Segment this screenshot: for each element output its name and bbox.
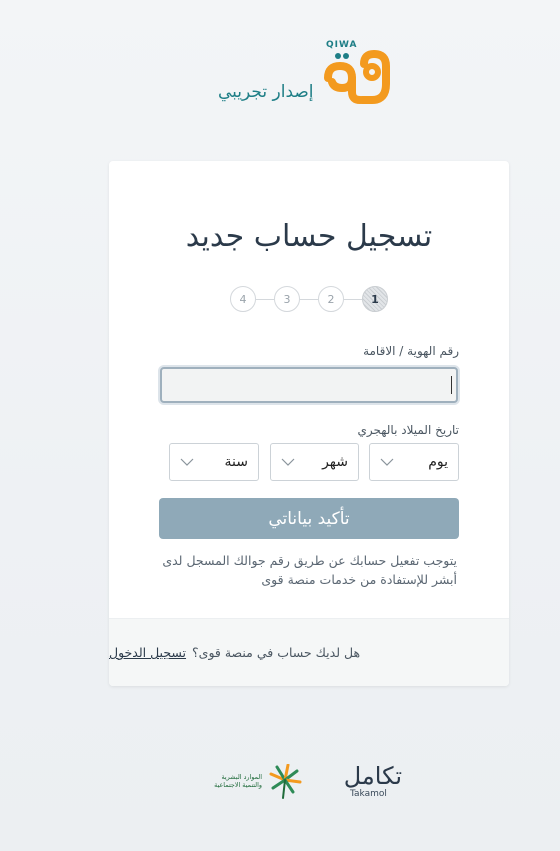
stepper: 4 3 2 1 xyxy=(229,286,389,312)
year-select[interactable]: سنة xyxy=(169,443,259,481)
hrsd-line2: والتنمية الاجتماعية xyxy=(214,781,262,789)
beta-label: إصدار تجريبي xyxy=(218,82,314,102)
qiwa-logo: QIWA إصدار تجريبي xyxy=(218,36,398,110)
have-account-question: هل لديك حساب في منصة قوى؟ xyxy=(192,645,361,660)
month-select[interactable]: شهر xyxy=(270,443,359,481)
login-link[interactable]: تسجيل الدخول xyxy=(109,645,186,660)
takamol-arabic: تكامل xyxy=(343,762,402,790)
register-card: تسجيل حساب جديد 4 3 2 1 رقم الهوية / الا… xyxy=(109,161,509,686)
month-select-value: شهر xyxy=(322,454,348,470)
chevron-down-icon xyxy=(380,458,394,466)
step-4: 4 xyxy=(230,286,256,312)
palm-emblem-icon xyxy=(269,764,302,799)
hrsd-line1: الموارد البشرية xyxy=(221,773,262,781)
dob-label: تاريخ الميلاد بالهجري xyxy=(357,423,459,437)
year-select-value: سنة xyxy=(224,454,248,470)
day-select-value: يوم xyxy=(428,454,448,470)
step-connector xyxy=(256,298,274,300)
card-footer: هل لديك حساب في منصة قوى؟ تسجيل الدخول xyxy=(109,618,509,686)
qiwa-mark-icon xyxy=(324,49,390,104)
chevron-down-icon xyxy=(180,458,194,466)
step-connector xyxy=(300,298,318,300)
text-caret xyxy=(451,376,452,394)
step-2: 2 xyxy=(318,286,344,312)
takamol-logo: تكامل Takamol xyxy=(328,762,408,802)
step-3: 3 xyxy=(274,286,300,312)
chevron-down-icon xyxy=(281,458,295,466)
page-title: تسجيل حساب جديد xyxy=(185,219,433,254)
confirm-data-button[interactable]: تأكيد بياناتي xyxy=(159,498,459,539)
takamol-english: Takamol xyxy=(350,789,387,799)
step-connector xyxy=(344,298,362,300)
hrsd-text: الموارد البشرية والتنمية الاجتماعية xyxy=(214,773,262,789)
id-label: رقم الهوية / الاقامة xyxy=(363,344,459,358)
day-select[interactable]: يوم xyxy=(369,443,459,481)
step-1-active: 1 xyxy=(362,286,388,312)
id-number-input[interactable] xyxy=(160,367,458,403)
activation-note: يتوجب تفعيل حسابك عن طريق رقم جوالك المس… xyxy=(162,553,457,587)
hrsd-logo: الموارد البشرية والتنمية الاجتماعية xyxy=(200,764,308,800)
